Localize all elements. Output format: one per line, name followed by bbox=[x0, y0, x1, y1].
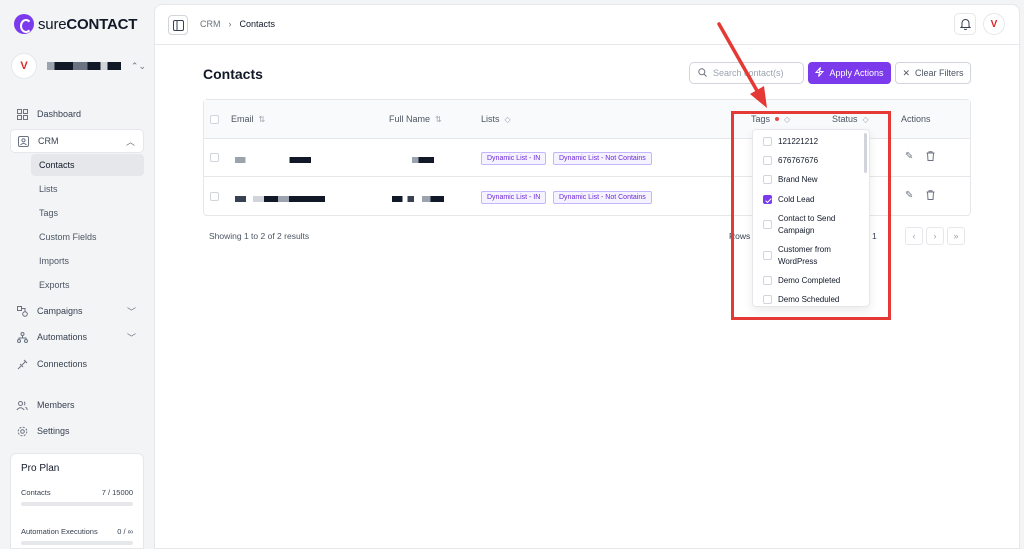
plan-automation-value: 0 / ∞ bbox=[117, 527, 133, 536]
sidebar-item-label: Automations bbox=[37, 332, 88, 342]
select-all-checkbox[interactable] bbox=[210, 115, 219, 124]
list-badge[interactable]: Dynamic List - Not Contains bbox=[553, 191, 652, 204]
clear-filters-button[interactable]: ✕ Clear Filters bbox=[895, 62, 971, 84]
chevron-left-icon: ‹ bbox=[912, 231, 916, 241]
chevron-up-down-icon: ◇ bbox=[504, 114, 511, 124]
page-title: Contacts bbox=[203, 66, 263, 82]
notifications-button[interactable] bbox=[954, 13, 976, 35]
user-avatar[interactable]: V bbox=[983, 13, 1005, 35]
lightning-icon bbox=[815, 67, 825, 79]
breadcrumb: CRM › Contacts bbox=[200, 19, 275, 29]
email-redacted bbox=[235, 196, 325, 202]
results-summary: Showing 1 to 2 of 2 results bbox=[209, 231, 310, 241]
sidebar-item-automations[interactable]: Automations ﹀ bbox=[10, 325, 144, 349]
sidebar-subitem-exports[interactable]: Exports bbox=[31, 274, 144, 296]
edit-icon[interactable]: ✎ bbox=[905, 151, 913, 162]
sidebar-subitem-lists[interactable]: Lists bbox=[31, 178, 144, 200]
annotation-highlight-box bbox=[731, 111, 891, 320]
plan-contacts-value: 7 / 15000 bbox=[101, 488, 133, 497]
trash-icon[interactable] bbox=[926, 151, 935, 164]
list-badge[interactable]: Dynamic List - Not Contains bbox=[553, 152, 652, 165]
workspace-switcher[interactable]: V ⌃⌄ bbox=[11, 51, 146, 81]
dashboard-icon bbox=[16, 108, 28, 120]
sidebar-subitem-contacts[interactable]: Contacts bbox=[31, 154, 144, 176]
next-page-button[interactable]: › bbox=[926, 227, 944, 245]
previous-page-button[interactable]: ‹ bbox=[905, 227, 923, 245]
sidebar-item-label: Dashboard bbox=[37, 109, 82, 119]
contacts-icon bbox=[17, 135, 29, 147]
sidebar-item-label: Members bbox=[37, 400, 75, 410]
breadcrumb-contacts: Contacts bbox=[239, 19, 276, 29]
sidebar-subitem-tags[interactable]: Tags bbox=[31, 202, 144, 224]
sidebar-item-campaigns[interactable]: Campaigns ﹀ bbox=[10, 299, 144, 323]
sidebar-subitem-custom-fields[interactable]: Custom Fields bbox=[31, 226, 144, 248]
brand-name: sureCONTACT bbox=[38, 15, 138, 33]
column-email[interactable]: Email ⇅ bbox=[231, 114, 265, 124]
breadcrumb-crm[interactable]: CRM bbox=[200, 19, 221, 29]
apply-actions-button[interactable]: Apply Actions bbox=[808, 62, 891, 84]
sidebar-item-members[interactable]: Members bbox=[10, 393, 144, 417]
trash-icon[interactable] bbox=[926, 190, 935, 203]
plan-card: Pro Plan Contacts 7 / 15000 Automation E… bbox=[10, 453, 144, 549]
double-chevron-right-icon: » bbox=[953, 231, 959, 241]
search-placeholder: Search contact(s) bbox=[713, 68, 784, 78]
plan-automation-progress bbox=[21, 541, 133, 545]
campaigns-icon bbox=[16, 305, 28, 317]
row-checkbox[interactable] bbox=[210, 153, 219, 162]
full-name-redacted bbox=[412, 157, 434, 163]
plan-title: Pro Plan bbox=[21, 463, 60, 474]
bell-icon bbox=[959, 19, 971, 30]
plan-contacts-row: Contacts 7 / 15000 bbox=[21, 488, 133, 497]
search-input[interactable]: Search contact(s) bbox=[689, 62, 804, 84]
chevron-down-icon: ﹀ bbox=[126, 306, 136, 317]
last-page-button[interactable]: » bbox=[947, 227, 965, 245]
row-checkbox[interactable] bbox=[210, 192, 219, 201]
chevron-up-down-icon: ⌃⌄ bbox=[130, 60, 146, 71]
settings-icon bbox=[16, 425, 28, 437]
sidebar-toggle-button[interactable] bbox=[168, 15, 188, 35]
workspace-avatar: V bbox=[11, 53, 37, 79]
plan-automation-row: Automation Executions 0 / ∞ bbox=[21, 527, 133, 536]
column-actions: Actions bbox=[901, 114, 931, 124]
automations-icon bbox=[16, 331, 28, 343]
sidebar-item-label: CRM bbox=[38, 136, 59, 146]
sidebar: sureCONTACT V ⌃⌄ Dashboard CRM ︿ Contact… bbox=[0, 0, 154, 549]
workspace-name-redacted bbox=[47, 62, 121, 70]
connections-icon bbox=[16, 358, 28, 370]
sidebar-item-settings[interactable]: Settings bbox=[10, 419, 144, 443]
sidebar-item-label: Connections bbox=[37, 359, 88, 369]
members-icon bbox=[16, 399, 28, 411]
close-icon: ✕ bbox=[902, 67, 911, 78]
sidebar-subitem-imports[interactable]: Imports bbox=[31, 250, 144, 272]
brand-mark-icon bbox=[14, 14, 34, 34]
edit-icon[interactable]: ✎ bbox=[905, 190, 913, 201]
chevron-down-icon: ﹀ bbox=[126, 332, 136, 343]
chevron-right-icon: › bbox=[933, 231, 937, 241]
brand-logo[interactable]: sureCONTACT bbox=[14, 14, 137, 34]
sort-icon: ⇅ bbox=[435, 114, 442, 124]
sidebar-item-connections[interactable]: Connections bbox=[10, 352, 144, 376]
chevron-right-icon: › bbox=[228, 19, 232, 29]
column-lists[interactable]: Lists ◇ bbox=[481, 114, 511, 124]
sidebar-item-label: Campaigns bbox=[37, 306, 83, 316]
top-bar: CRM › Contacts V bbox=[155, 5, 1019, 45]
chevron-up-icon: ︿ bbox=[125, 136, 135, 147]
sidebar-item-label: Settings bbox=[37, 426, 70, 436]
list-badge[interactable]: Dynamic List - IN bbox=[481, 152, 547, 165]
sort-icon: ⇅ bbox=[258, 114, 266, 124]
list-badge[interactable]: Dynamic List - IN bbox=[481, 191, 547, 204]
plan-automation-label: Automation Executions bbox=[21, 527, 98, 536]
sidebar-item-crm[interactable]: CRM ︿ bbox=[10, 129, 144, 153]
sidebar-item-dashboard[interactable]: Dashboard bbox=[10, 102, 144, 126]
column-full-name[interactable]: Full Name ⇅ bbox=[389, 114, 442, 124]
search-icon bbox=[698, 67, 707, 79]
plan-contacts-progress bbox=[21, 502, 133, 506]
full-name-redacted bbox=[392, 196, 444, 202]
email-redacted bbox=[235, 157, 311, 163]
plan-contacts-label: Contacts bbox=[21, 488, 51, 497]
sidebar-toggle-icon bbox=[172, 19, 184, 31]
